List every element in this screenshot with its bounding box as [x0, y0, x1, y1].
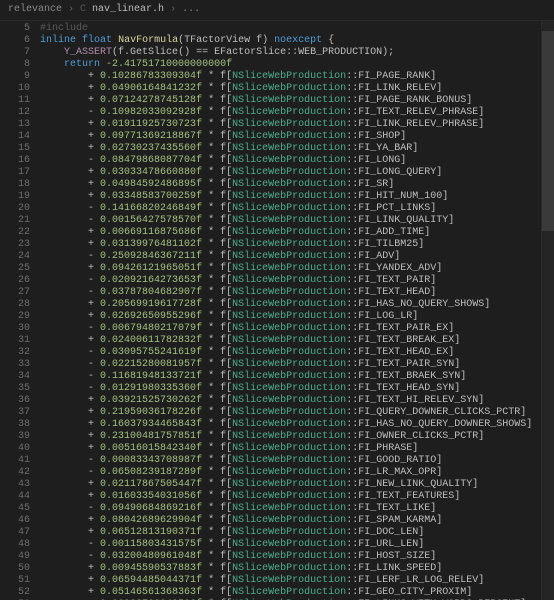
code-line[interactable]: + 0.02117867505447f * f[NSliceWebProduct…	[40, 479, 541, 491]
code-line[interactable]: + 0.04984592486895f * f[NSliceWebProduct…	[40, 179, 541, 191]
code-line[interactable]: - 0.03787804682907f * f[NSliceWebProduct…	[40, 287, 541, 299]
code-line[interactable]: - 0.11681948133721f * f[NSliceWebProduct…	[40, 371, 541, 383]
code-editor[interactable]: 5678910111213141516171819202122232425262…	[0, 21, 554, 600]
code-line[interactable]: + 0.00669116875686f * f[NSliceWebProduct…	[40, 227, 541, 239]
code-line[interactable]: + 0.01603354031056f * f[NSliceWebProduct…	[40, 491, 541, 503]
code-line[interactable]: + 0.10286783309304f * f[NSliceWebProduct…	[40, 71, 541, 83]
code-line[interactable]: - 0.00156427578570f * f[NSliceWebProduct…	[40, 215, 541, 227]
minimap[interactable]	[541, 21, 554, 600]
editor-window: relevance › C nav_linear.h › ... 5678910…	[0, 0, 554, 600]
code-line[interactable]: + 0.16037934465843f * f[NSliceWebProduct…	[40, 419, 541, 431]
code-line[interactable]: + 0.06594485044371f * f[NSliceWebProduct…	[40, 575, 541, 587]
code-line[interactable]: - 0.08479868087704f * f[NSliceWebProduct…	[40, 155, 541, 167]
code-line[interactable]: + 0.02730237435560f * f[NSliceWebProduct…	[40, 143, 541, 155]
breadcrumb: relevance › C nav_linear.h › ...	[0, 0, 554, 21]
breadcrumb-symbol[interactable]: ...	[182, 0, 200, 20]
code-line[interactable]: + 0.21959036178226f * f[NSliceWebProduct…	[40, 407, 541, 419]
code-line[interactable]: - 0.00115803431575f * f[NSliceWebProduct…	[40, 539, 541, 551]
code-line[interactable]: + 0.02400611782832f * f[NSliceWebProduct…	[40, 335, 541, 347]
code-line[interactable]: + 0.03139976481102f * f[NSliceWebProduct…	[40, 239, 541, 251]
code-line[interactable]: - 0.25092846367211f * f[NSliceWebProduct…	[40, 251, 541, 263]
code-line[interactable]: + 0.02692650955296f * f[NSliceWebProduct…	[40, 311, 541, 323]
code-line[interactable]: - 0.10982033092928f * f[NSliceWebProduct…	[40, 107, 541, 119]
code-line[interactable]: inline float NavFormula(TFactorView f) n…	[40, 35, 541, 47]
code-line[interactable]: Y_ASSERT(f.GetSlice() == EFactorSlice::W…	[40, 47, 541, 59]
code-line[interactable]: + 0.20569919617728f * f[NSliceWebProduct…	[40, 299, 541, 311]
code-line[interactable]: - 0.01291980335360f * f[NSliceWebProduct…	[40, 383, 541, 395]
chevron-right-icon: ›	[170, 0, 176, 20]
code-line[interactable]: + 0.01911925730723f * f[NSliceWebProduct…	[40, 119, 541, 131]
code-line[interactable]: - 0.06508239187289f * f[NSliceWebProduct…	[40, 467, 541, 479]
code-line[interactable]: - 0.09490684869216f * f[NSliceWebProduct…	[40, 503, 541, 515]
breadcrumb-file[interactable]: C nav_linear.h	[80, 0, 164, 20]
code-line[interactable]: + 0.00516015842340f * f[NSliceWebProduct…	[40, 443, 541, 455]
code-line[interactable]: - 0.02092164273653f * f[NSliceWebProduct…	[40, 275, 541, 287]
code-line[interactable]: - 0.00083343708987f * f[NSliceWebProduct…	[40, 455, 541, 467]
code-line[interactable]: + 0.03033478660880f * f[NSliceWebProduct…	[40, 167, 541, 179]
code-line[interactable]: + 0.06512813190371f * f[NSliceWebProduct…	[40, 527, 541, 539]
code-line[interactable]: + 0.03348583700259f * f[NSliceWebProduct…	[40, 191, 541, 203]
code-line[interactable]: return -2.41751710000000000f	[40, 59, 541, 71]
minimap-thumb[interactable]	[542, 31, 554, 231]
code-line[interactable]: + 0.03921525730262f * f[NSliceWebProduct…	[40, 395, 541, 407]
code-line[interactable]: #include	[40, 23, 541, 35]
line-gutter: 5678910111213141516171819202122232425262…	[0, 21, 36, 600]
breadcrumb-folder[interactable]: relevance	[8, 0, 62, 20]
code-line[interactable]: + 0.05146561368363f * f[NSliceWebProduct…	[40, 587, 541, 599]
code-line[interactable]: - 0.14166820246849f * f[NSliceWebProduct…	[40, 203, 541, 215]
code-line[interactable]: - 0.03200480961048f * f[NSliceWebProduct…	[40, 551, 541, 563]
code-line[interactable]: + 0.09771369218867f * f[NSliceWebProduct…	[40, 131, 541, 143]
chevron-right-icon: ›	[68, 0, 74, 20]
code-line[interactable]: + 0.04906164841232f * f[NSliceWebProduct…	[40, 83, 541, 95]
code-line[interactable]: + 0.00945590537883f * f[NSliceWebProduct…	[40, 563, 541, 575]
code-line[interactable]: + 0.08042689629904f * f[NSliceWebProduct…	[40, 515, 541, 527]
code-area[interactable]: #include inline float NavFormula(TFactor…	[36, 21, 541, 600]
code-line[interactable]: - 0.00679480217079f * f[NSliceWebProduct…	[40, 323, 541, 335]
code-line[interactable]: + 0.23100481757851f * f[NSliceWebProduct…	[40, 431, 541, 443]
code-line[interactable]: + 0.07124278745128f * f[NSliceWebProduct…	[40, 95, 541, 107]
code-line[interactable]: - 0.02215280081957f * f[NSliceWebProduct…	[40, 359, 541, 371]
code-line[interactable]: + 0.09426121965051f * f[NSliceWebProduct…	[40, 263, 541, 275]
code-line[interactable]: - 0.03095755241619f * f[NSliceWebProduct…	[40, 347, 541, 359]
